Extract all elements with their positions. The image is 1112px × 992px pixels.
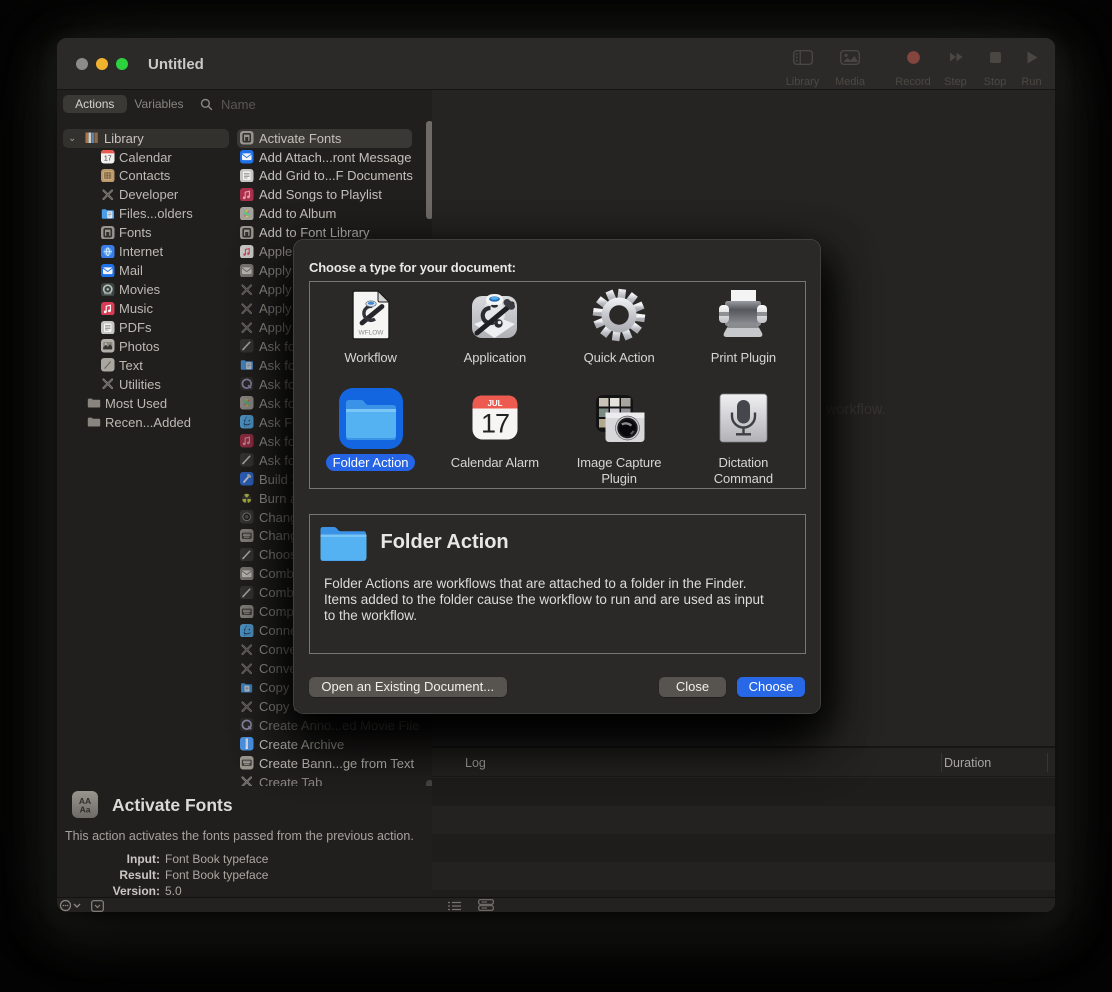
svg-text:Aa: Aa [80,804,91,814]
